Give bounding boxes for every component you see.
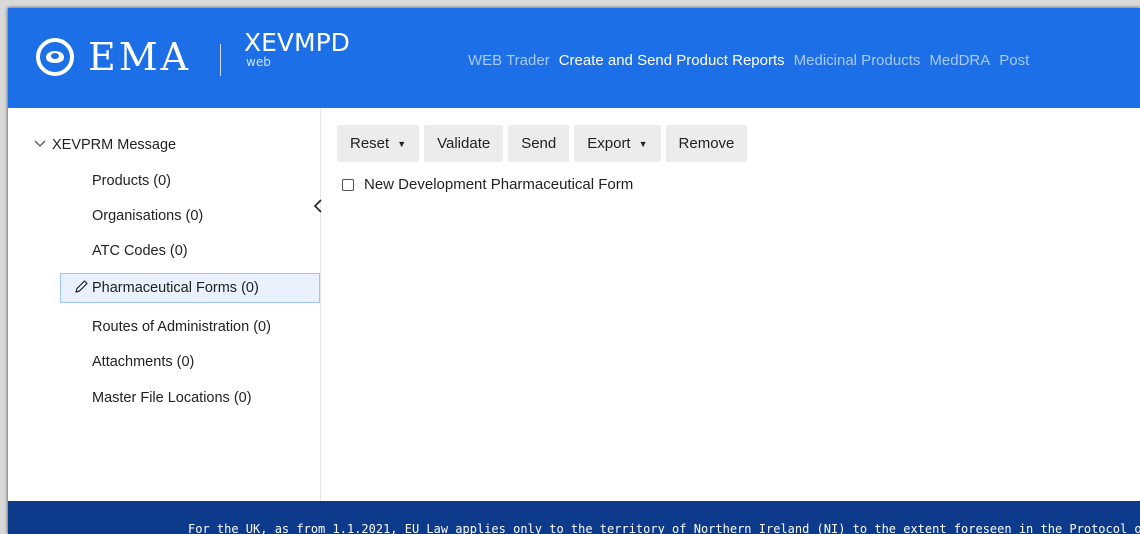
product-suffix: web (246, 55, 271, 69)
pencil-icon (73, 279, 89, 300)
sidebar-item-master-file-locations[interactable]: Master File Locations (0) (92, 389, 252, 407)
app-window: EMA XEVMPD web WEB Trader Create and Send… (8, 8, 1140, 534)
sidebar-item-products[interactable]: Products (0) (92, 172, 171, 190)
chevron-down-icon[interactable] (34, 136, 52, 154)
reset-label: Reset (350, 135, 390, 152)
sidebar: XEVPRM Message Products (0) Organisation… (8, 108, 321, 501)
nav-create-send-reports[interactable]: Create and Send Product Reports (559, 52, 785, 69)
nav-meddra[interactable]: MedDRA (929, 52, 990, 69)
caret-down-icon: ▼ (397, 138, 407, 149)
caret-down-icon: ▼ (638, 138, 648, 149)
remove-button[interactable]: Remove (665, 125, 748, 162)
export-label: Export (587, 135, 631, 152)
tree-root-label: XEVPRM Message (52, 137, 177, 153)
nav-web-trader[interactable]: WEB Trader (468, 52, 550, 69)
nav-medicinal-products[interactable]: Medicinal Products (794, 52, 921, 69)
footer-notice-text: For the UK, as from 1.1.2021, EU Law app… (188, 522, 1140, 534)
ema-logo-icon (36, 38, 74, 76)
brand-divider (220, 44, 221, 76)
tree-root-xevprm[interactable]: XEVPRM Message (34, 136, 176, 154)
sidebar-item-pharmaceutical-forms[interactable]: Pharmaceutical Forms (0) (60, 273, 320, 303)
new-development-label: New Development Pharmaceutical Form (364, 176, 634, 193)
sidebar-item-organisations[interactable]: Organisations (0) (92, 207, 203, 225)
send-button[interactable]: Send (508, 125, 570, 162)
main-panel: Reset ▼ Validate Send Export ▼ Remove Ne… (322, 108, 1140, 501)
ema-logo-text: EMA (88, 35, 192, 79)
nav-post[interactable]: Post (999, 52, 1029, 69)
sidebar-item-atc-codes[interactable]: ATC Codes (0) (92, 242, 188, 260)
sidebar-item-attachments[interactable]: Attachments (0) (92, 353, 194, 371)
new-development-checkbox[interactable] (342, 178, 354, 191)
sidebar-item-label: Pharmaceutical Forms (0) (92, 280, 259, 296)
app-header: EMA XEVMPD web WEB Trader Create and Send… (8, 8, 1140, 108)
sidebar-item-routes[interactable]: Routes of Administration (0) (92, 318, 271, 336)
toolbar: Reset ▼ Validate Send Export ▼ Remove (337, 125, 748, 162)
export-button[interactable]: Export ▼ (574, 125, 661, 162)
product-name: XEVMPD (244, 28, 350, 57)
new-development-form-row: New Development Pharmaceutical Form (342, 176, 633, 193)
footer-banner: For the UK, as from 1.1.2021, EU Law app… (8, 501, 1140, 534)
reset-button[interactable]: Reset ▼ (337, 125, 420, 162)
validate-button[interactable]: Validate (424, 125, 504, 162)
top-nav: WEB Trader Create and Send Product Report… (468, 52, 1038, 70)
